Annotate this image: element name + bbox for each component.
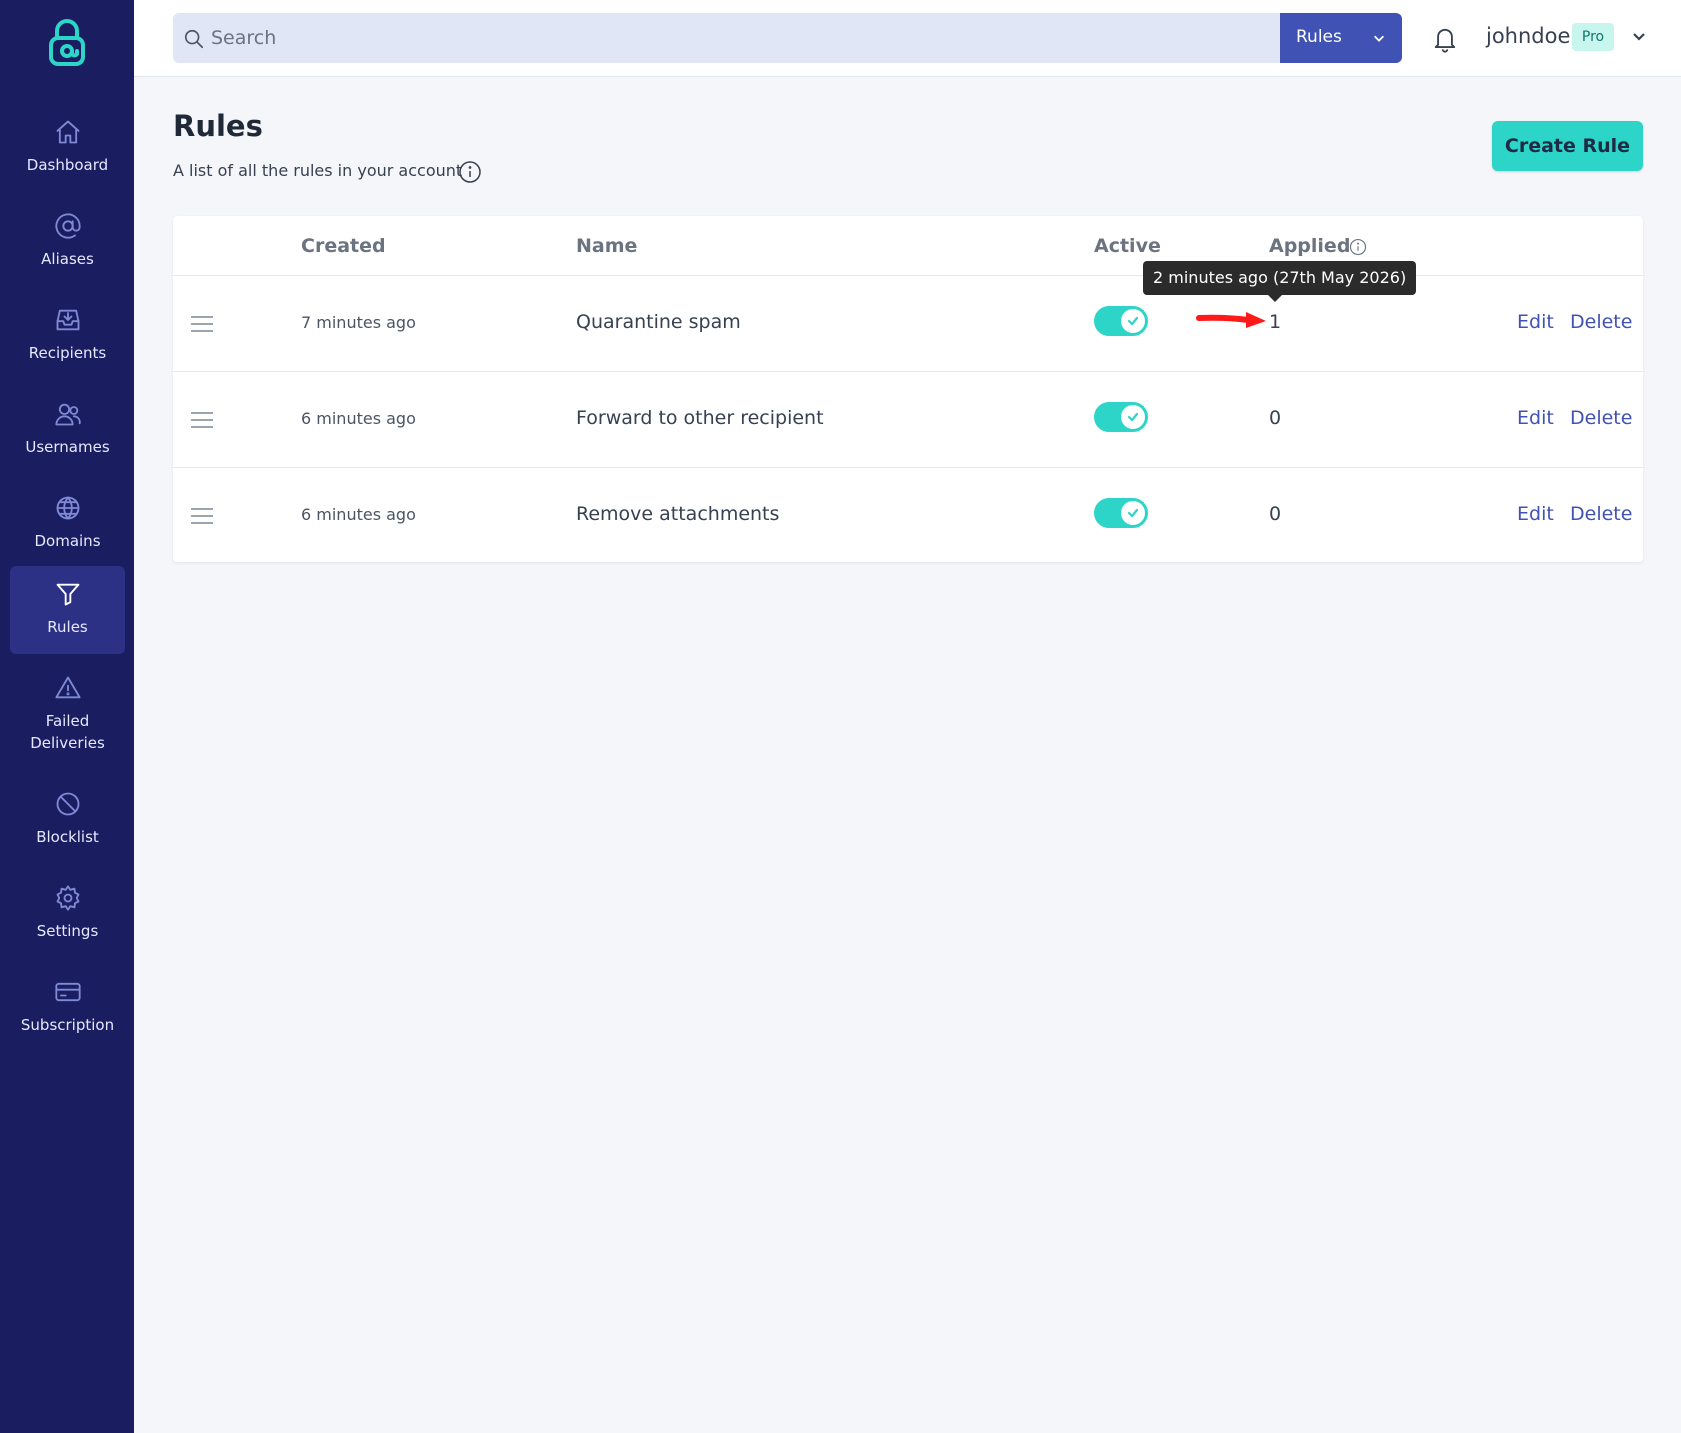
users-icon <box>54 403 81 426</box>
active-toggle[interactable] <box>1094 498 1148 528</box>
active-toggle[interactable] <box>1094 402 1148 432</box>
sidebar-item-label: Dashboard <box>26 156 109 174</box>
at-sign-icon <box>54 213 81 239</box>
column-header-created[interactable]: Created <box>301 235 386 257</box>
drag-handle-icon[interactable] <box>190 314 214 334</box>
sidebar-item-recipients[interactable]: Recipients <box>10 292 125 380</box>
chevron-down-icon <box>1633 33 1645 41</box>
toggle-knob <box>1121 501 1145 525</box>
info-icon[interactable] <box>458 160 482 184</box>
page-subtitle: A list of all the rules in your account <box>173 161 463 180</box>
edit-link[interactable]: Edit <box>1517 407 1554 429</box>
sidebar-item-rules[interactable]: Rules <box>10 566 125 654</box>
cell-name: Remove attachments <box>576 503 780 525</box>
sidebar: Dashboard Aliases Recipients Usernames D… <box>0 0 134 1433</box>
sidebar-item-settings[interactable]: Settings <box>10 870 125 958</box>
sidebar-item-label: Recipients <box>28 344 107 362</box>
sidebar-item-label: Aliases <box>41 250 94 268</box>
check-icon <box>1127 412 1139 422</box>
toggle-knob <box>1121 309 1145 333</box>
delete-link[interactable]: Delete <box>1570 407 1632 429</box>
globe-icon <box>56 496 79 520</box>
sidebar-item-usernames[interactable]: Usernames <box>10 386 125 474</box>
alert-triangle-icon <box>54 676 81 699</box>
rules-table: Created Name Active Applied 7 minutes ag… <box>173 216 1643 562</box>
applied-tooltip: 2 minutes ago (27th May 2026) <box>1143 261 1417 295</box>
search-box <box>173 13 1281 63</box>
column-header-active[interactable]: Active <box>1094 235 1161 257</box>
delete-link[interactable]: Delete <box>1570 311 1632 333</box>
table-row: 6 minutes ago Forward to other recipient… <box>173 371 1643 467</box>
cell-applied[interactable]: 1 <box>1269 311 1281 333</box>
page-title: Rules <box>173 109 263 143</box>
sidebar-item-aliases[interactable]: Aliases <box>10 198 125 286</box>
delete-link[interactable]: Delete <box>1570 503 1632 525</box>
sidebar-item-failed-deliveries[interactable]: Failed Deliveries <box>10 660 125 764</box>
sidebar-item-label: Failed Deliveries <box>30 712 105 752</box>
sidebar-item-label: Subscription <box>20 1016 115 1034</box>
sidebar-item-label: Settings <box>36 922 99 940</box>
chevron-down-icon <box>1374 35 1384 42</box>
search-scope-label: Rules <box>1296 27 1342 47</box>
block-icon <box>56 792 79 816</box>
username[interactable]: johndoe <box>1486 24 1570 48</box>
notifications-button[interactable] <box>1431 24 1459 54</box>
sidebar-item-blocklist[interactable]: Blocklist <box>10 776 125 864</box>
cell-name: Forward to other recipient <box>576 407 824 429</box>
check-icon <box>1127 508 1139 518</box>
sidebar-item-subscription[interactable]: Subscription <box>10 964 125 1052</box>
table-row: 6 minutes ago Remove attachments 0 Edit … <box>173 467 1643 563</box>
column-header-name[interactable]: Name <box>576 235 637 257</box>
gear-icon <box>56 885 79 911</box>
create-rule-button[interactable]: Create Rule <box>1492 121 1643 171</box>
tooltip-arrow <box>1268 295 1282 302</box>
credit-card-icon <box>54 982 81 1002</box>
edit-link[interactable]: Edit <box>1517 311 1554 333</box>
sidebar-item-domains[interactable]: Domains <box>10 480 125 568</box>
cell-name: Quarantine spam <box>576 311 741 333</box>
table-row: 7 minutes ago Quarantine spam 1 Edit Del… <box>173 275 1643 371</box>
sidebar-item-label: Blocklist <box>36 828 99 846</box>
edit-link[interactable]: Edit <box>1517 503 1554 525</box>
search-icon <box>184 29 204 49</box>
cell-applied[interactable]: 0 <box>1269 503 1281 525</box>
sidebar-item-label: Usernames <box>25 438 110 456</box>
sidebar-item-label: Rules <box>47 618 88 636</box>
cell-created: 7 minutes ago <box>301 313 416 332</box>
bell-icon <box>1434 28 1456 53</box>
applied-info-icon[interactable] <box>1349 238 1367 256</box>
sidebar-item-label: Domains <box>34 532 101 550</box>
user-menu-button[interactable] <box>1631 28 1647 44</box>
column-header-applied[interactable]: Applied <box>1269 235 1350 257</box>
check-icon <box>1127 316 1139 326</box>
topbar: Rules johndoe Pro <box>134 0 1681 77</box>
cell-created: 6 minutes ago <box>301 409 416 428</box>
app-logo-icon[interactable] <box>46 18 88 68</box>
home-icon <box>56 120 79 144</box>
filter-icon <box>56 583 79 606</box>
drag-handle-icon[interactable] <box>190 506 214 526</box>
cell-created: 6 minutes ago <box>301 505 416 524</box>
plan-badge: Pro <box>1572 23 1614 51</box>
inbox-icon <box>56 309 79 331</box>
search-input[interactable] <box>211 13 1271 63</box>
toggle-knob <box>1121 405 1145 429</box>
search-scope-select[interactable]: Rules <box>1280 13 1402 63</box>
cell-applied[interactable]: 0 <box>1269 407 1281 429</box>
annotation-arrow-icon <box>1196 312 1266 328</box>
drag-handle-icon[interactable] <box>190 410 214 430</box>
sidebar-item-dashboard[interactable]: Dashboard <box>10 104 125 192</box>
active-toggle[interactable] <box>1094 306 1148 336</box>
